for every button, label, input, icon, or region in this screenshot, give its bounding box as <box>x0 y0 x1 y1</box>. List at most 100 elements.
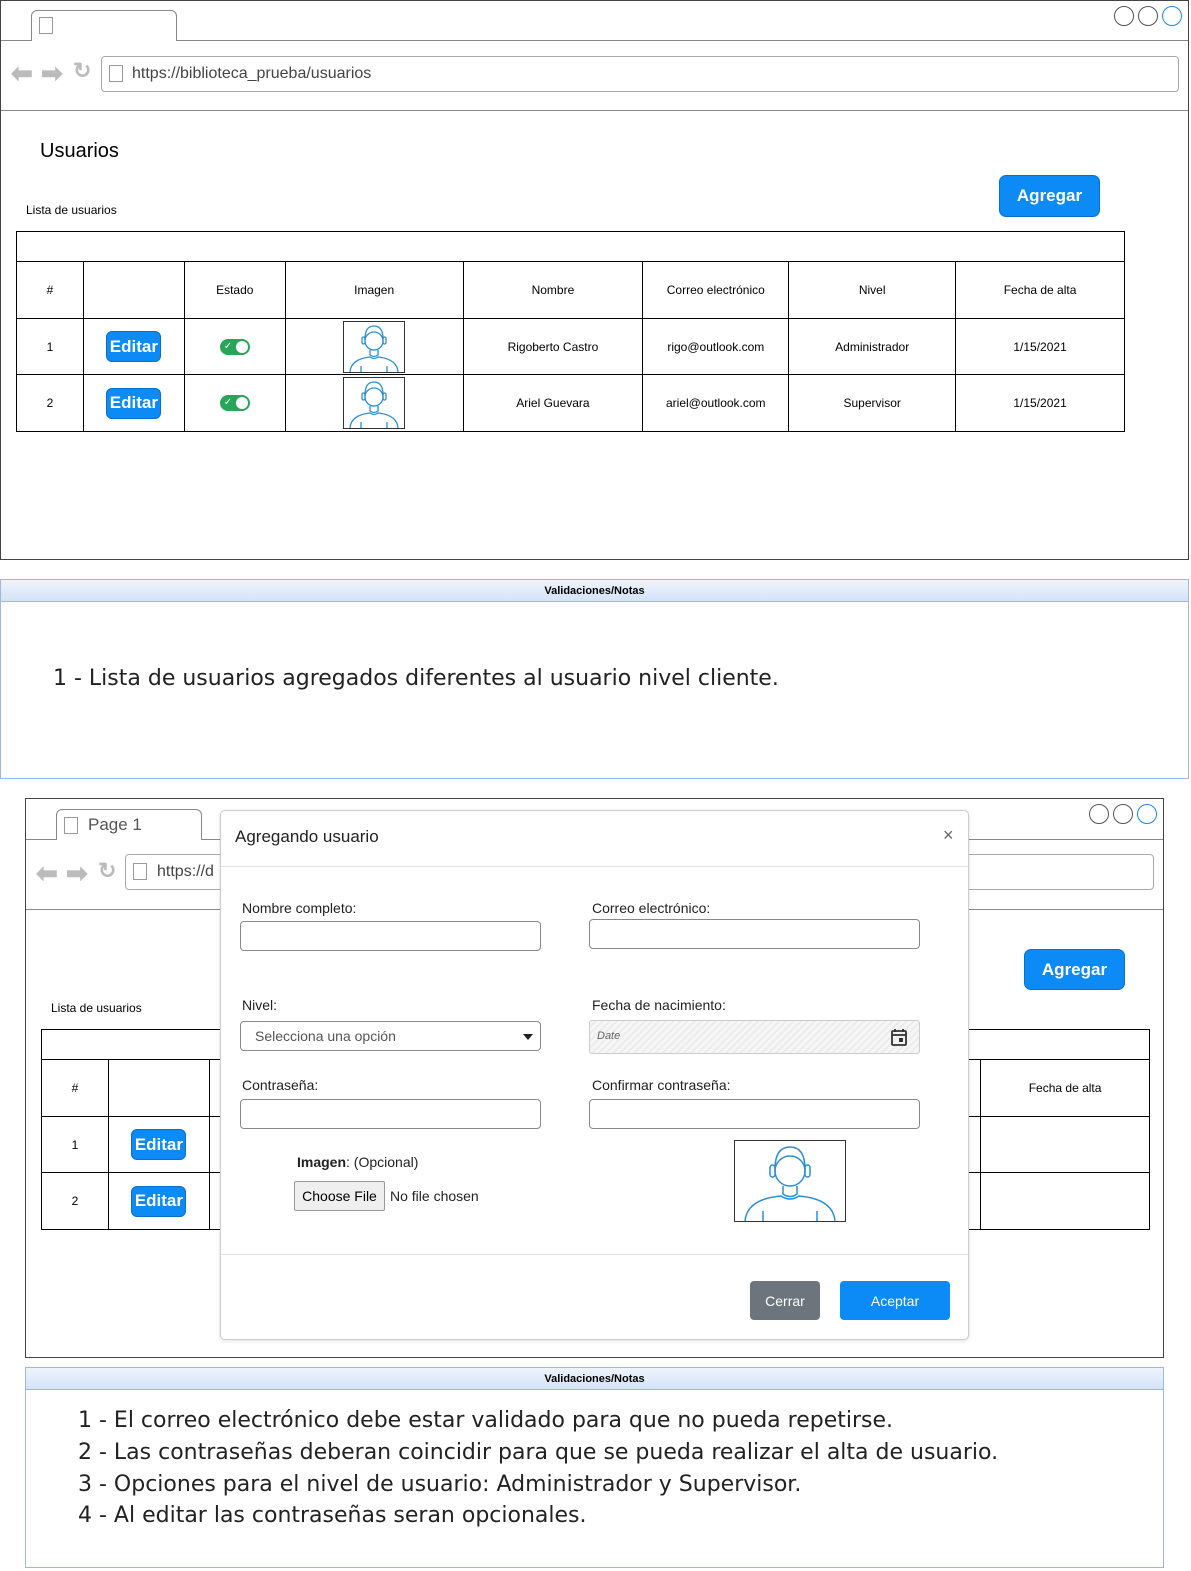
user-level: Supervisor <box>788 374 957 432</box>
modal-title: Agregando usuario <box>235 827 379 846</box>
fecha-label: Fecha de nacimiento: <box>592 997 726 1013</box>
status-toggle[interactable] <box>219 395 250 411</box>
column-header: # <box>16 261 84 319</box>
row-number: 1 <box>41 1116 109 1173</box>
address-bar[interactable]: https://biblioteca_prueba/usuarios <box>101 56 1179 92</box>
user-email: rigo@outlook.com <box>642 318 790 375</box>
nombre-label: Nombre completo: <box>242 900 357 916</box>
fecha-input[interactable]: Date <box>589 1020 920 1054</box>
nombre-input[interactable] <box>240 921 541 951</box>
correo-label: Correo electrónico: <box>592 900 711 916</box>
window-control-circle[interactable] <box>1138 6 1158 26</box>
table-caption-row <box>16 231 1125 262</box>
url-text: https://biblioteca_prueba/usuarios <box>132 65 372 82</box>
tab-label: Page 1 <box>88 815 142 834</box>
close-icon[interactable]: × <box>943 825 954 846</box>
imagen-label-bold: Imagen <box>297 1154 347 1170</box>
page-icon <box>133 863 147 880</box>
list-label: Lista de usuarios <box>51 1001 142 1015</box>
note-line: 1 - El correo electrónico debe estar val… <box>78 1408 893 1433</box>
edit-button[interactable]: Editar <box>131 1185 187 1217</box>
nivel-select[interactable]: Selecciona una opción <box>240 1021 541 1051</box>
window-control-circle[interactable] <box>1113 804 1133 824</box>
notes-panel: Validaciones/Notas 1 - Lista de usuarios… <box>0 579 1189 779</box>
correo-input[interactable] <box>589 919 920 949</box>
window-control-circle[interactable] <box>1137 804 1157 824</box>
browser-window-list: ⬅ ➡ ↻ https://biblioteca_prueba/usuarios… <box>0 0 1189 560</box>
edit-button[interactable]: Editar <box>106 331 162 362</box>
page-icon <box>109 65 123 82</box>
note-line: 3 - Opciones para el nivel de usuario: A… <box>78 1472 802 1497</box>
user-avatar-icon <box>734 1140 846 1222</box>
confirm-password-input[interactable] <box>589 1099 920 1129</box>
confirm-password-label: Confirmar contraseña: <box>592 1077 731 1093</box>
window-control-circle[interactable] <box>1162 6 1182 26</box>
back-arrow-icon[interactable]: ⬅ <box>36 860 58 886</box>
forward-arrow-icon[interactable]: ➡ <box>66 860 88 886</box>
modal-header-divider <box>221 866 968 867</box>
column-header: Nombre <box>462 261 644 319</box>
nivel-select-value: Selecciona una opción <box>255 1028 396 1044</box>
password-input[interactable] <box>240 1099 541 1129</box>
nav-bar: ⬅ ➡ ↻ https://biblioteca_prueba/usuarios <box>1 41 1188 111</box>
user-avatar-icon <box>343 320 406 373</box>
page-icon <box>39 17 53 34</box>
column-header: # <box>41 1059 109 1117</box>
row-number: 1 <box>16 318 84 375</box>
user-email: ariel@outlook.com <box>642 374 790 432</box>
nivel-label: Nivel: <box>242 997 278 1013</box>
user-date: 1/15/2021 <box>955 318 1125 375</box>
tab-bar <box>1 1 1188 41</box>
file-status: No file chosen <box>390 1188 479 1204</box>
user-name: Ariel Guevara <box>462 374 644 432</box>
window-control-circle[interactable] <box>1114 6 1134 26</box>
status-toggle[interactable] <box>219 338 250 355</box>
notes-title: Validaciones/Notas <box>26 1368 1163 1390</box>
user-name: Rigoberto Castro <box>462 318 644 375</box>
column-header: Fecha de alta <box>980 1059 1150 1117</box>
column-header: Imagen <box>284 261 464 319</box>
add-user-modal: Agregando usuario × Nombre completo: Cor… <box>220 810 969 1340</box>
notes-panel: Validaciones/Notas 1 - El correo electró… <box>25 1367 1164 1568</box>
note-line: 1 - Lista de usuarios agregados diferent… <box>53 666 779 691</box>
reload-icon[interactable]: ↻ <box>98 860 116 882</box>
user-avatar-icon <box>343 377 406 429</box>
row-number: 2 <box>41 1172 109 1230</box>
edit-button[interactable]: Editar <box>106 387 162 419</box>
accept-button[interactable]: Aceptar <box>840 1281 950 1320</box>
list-label: Lista de usuarios <box>26 203 117 217</box>
column-header: Fecha de alta <box>955 261 1125 319</box>
users-table: # Estado Imagen Nombre Correo electrónic… <box>16 261 1125 432</box>
user-date: 1/15/2021 <box>955 374 1125 432</box>
imagen-optional: : (Opcional) <box>346 1154 419 1170</box>
choose-file-button[interactable]: Choose File <box>294 1181 385 1211</box>
table-header-row: # Estado Imagen Nombre Correo electrónic… <box>16 261 1125 319</box>
page-icon <box>64 817 78 834</box>
forward-arrow-icon[interactable]: ➡ <box>41 60 63 86</box>
window-control-circle[interactable] <box>1089 804 1109 824</box>
add-user-button[interactable]: Agregar <box>999 175 1100 217</box>
password-label: Contraseña: <box>242 1077 319 1093</box>
page-title: Usuarios <box>40 140 119 162</box>
edit-button[interactable]: Editar <box>131 1129 187 1160</box>
row-number: 2 <box>16 374 84 432</box>
notes-title: Validaciones/Notas <box>1 580 1188 602</box>
imagen-label: Imagen: (Opcional) <box>297 1154 418 1170</box>
browser-tab[interactable]: Page 1 <box>56 809 202 840</box>
calendar-icon[interactable] <box>890 1028 908 1047</box>
column-header: Nivel <box>788 261 957 319</box>
browser-tab[interactable] <box>31 10 177 41</box>
note-line: 4 - Al editar las contraseñas seran opci… <box>78 1503 587 1528</box>
note-line: 2 - Las contraseñas deberan coincidir pa… <box>78 1440 999 1465</box>
column-header <box>82 261 185 319</box>
table-row: 1 Editar Rigoberto Castro rigo@outlook.c… <box>16 318 1125 375</box>
back-arrow-icon[interactable]: ⬅ <box>11 60 33 86</box>
modal-footer-divider <box>221 1254 968 1255</box>
add-user-button[interactable]: Agregar <box>1024 949 1125 990</box>
caret-down-icon <box>523 1034 533 1040</box>
close-button[interactable]: Cerrar <box>750 1281 820 1320</box>
reload-icon[interactable]: ↻ <box>73 60 91 82</box>
column-header: Estado <box>183 261 286 319</box>
user-level: Administrador <box>788 318 957 375</box>
column-header: Correo electrónico <box>642 261 790 319</box>
